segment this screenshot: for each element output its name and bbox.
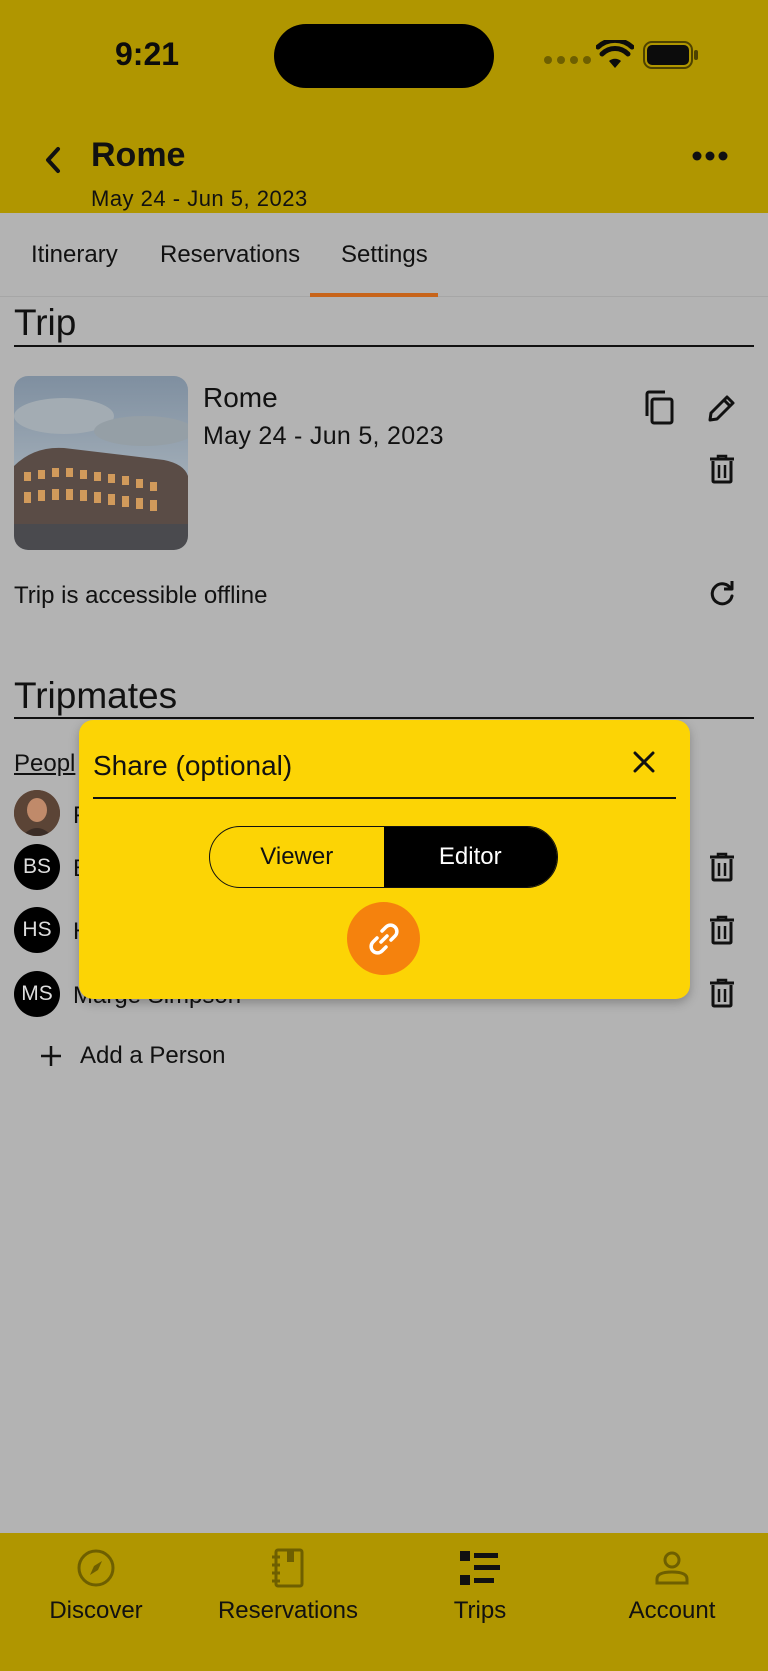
person-icon: [655, 1551, 689, 1585]
delete-trip-icon[interactable]: [709, 454, 735, 484]
tab-settings[interactable]: Settings: [341, 241, 428, 269]
nav-trips-label: Trips: [453, 1597, 507, 1624]
editor-option[interactable]: Editor: [383, 827, 557, 887]
avatar: BS: [14, 844, 60, 890]
remove-tripmate-icon[interactable]: [709, 852, 735, 882]
back-chevron-icon[interactable]: [40, 145, 66, 175]
share-dialog-divider: [93, 797, 676, 799]
remove-tripmate-icon[interactable]: [709, 978, 735, 1008]
remove-tripmate-icon[interactable]: [709, 915, 735, 945]
tab-reservations[interactable]: Reservations: [160, 241, 300, 269]
tab-itinerary[interactable]: Itinerary: [31, 241, 118, 269]
nav-discover[interactable]: Discover: [0, 1533, 192, 1671]
status-bar: 9:21: [0, 0, 768, 110]
avatar: HS: [14, 907, 60, 953]
nav-account-label: Account: [628, 1597, 716, 1624]
nav-reservations-label: Reservations: [217, 1597, 359, 1624]
people-label: Peopl: [14, 750, 76, 777]
nav-account[interactable]: Account: [576, 1533, 768, 1671]
refresh-icon[interactable]: [708, 580, 736, 608]
link-icon: [368, 922, 399, 955]
trip-card-name: Rome: [203, 382, 278, 413]
viewer-option[interactable]: Viewer: [210, 827, 384, 887]
bottom-navigation: Discover Reservations Trips Account: [0, 1533, 768, 1671]
edit-pencil-icon[interactable]: [706, 392, 738, 424]
trip-header: Rome May 24 - Jun 5, 2023: [0, 110, 768, 213]
dynamic-island: [274, 24, 494, 88]
active-tab-indicator: [310, 293, 438, 297]
battery-icon: [643, 41, 698, 69]
wifi-icon: [596, 40, 634, 68]
notebook-icon: [272, 1548, 304, 1588]
add-person-button[interactable]: Add a Person: [40, 1042, 225, 1070]
share-dialog-title: Share (optional): [93, 750, 293, 781]
more-options-icon[interactable]: [692, 150, 728, 162]
share-role-toggle: Viewer Editor: [209, 826, 558, 888]
trip-section-divider: [14, 345, 754, 347]
header-title: Rome: [91, 136, 186, 174]
share-dialog: Share (optional) Viewer Editor: [79, 720, 690, 999]
nav-discover-label: Discover: [49, 1597, 143, 1624]
tab-bar: Itinerary Reservations Settings: [0, 213, 768, 297]
trip-section-title: Trip: [14, 302, 77, 343]
plus-icon: [41, 1046, 61, 1066]
nav-trips[interactable]: Trips: [384, 1533, 576, 1671]
cellular-signal-icon: [544, 56, 591, 64]
nav-reservations[interactable]: Reservations: [192, 1533, 384, 1671]
avatar: [14, 790, 60, 836]
close-icon[interactable]: [632, 750, 656, 774]
compass-icon: [77, 1549, 115, 1587]
copy-link-button[interactable]: [347, 902, 420, 975]
header-dates: May 24 - Jun 5, 2023: [91, 186, 308, 211]
avatar: MS: [14, 971, 60, 1017]
status-time: 9:21: [115, 36, 180, 72]
copy-icon[interactable]: [643, 390, 675, 426]
trip-cover-image: [14, 376, 188, 550]
offline-status-text: Trip is accessible offline: [14, 582, 268, 609]
trip-card-dates: May 24 - Jun 5, 2023: [203, 422, 444, 450]
tripmates-section-title: Tripmates: [14, 675, 178, 716]
list-icon: [460, 1551, 500, 1585]
add-person-label: Add a Person: [80, 1042, 226, 1069]
tripmates-section-divider: [14, 717, 754, 719]
